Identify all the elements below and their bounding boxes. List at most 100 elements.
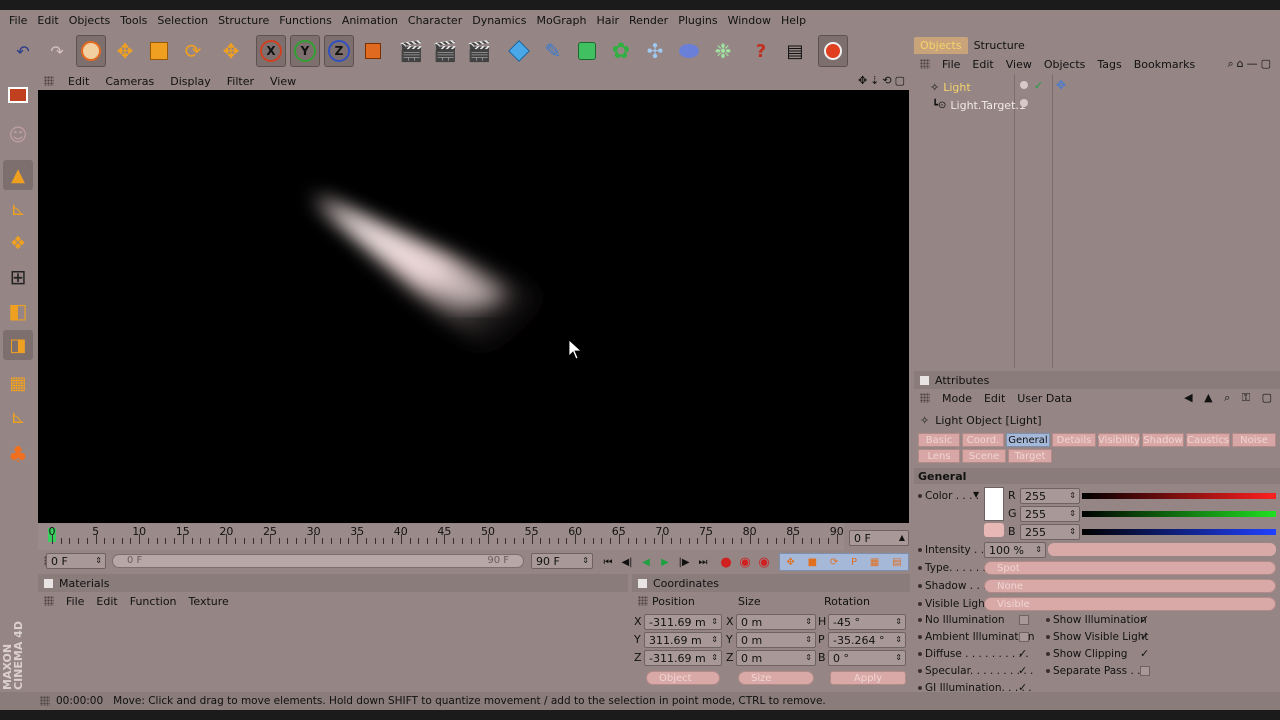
menu-tools[interactable]: Tools <box>115 14 152 27</box>
undo-icon[interactable]: ↶ <box>8 35 38 67</box>
axis-tool-icon[interactable]: ⊾ <box>3 402 33 432</box>
panel-grip-icon[interactable] <box>44 596 54 606</box>
key-parameter-icon[interactable]: P <box>851 557 857 568</box>
om-search-home-icons[interactable]: ⌕⌂—▢ <box>1227 57 1274 71</box>
viewport-menu-view[interactable]: View <box>262 75 304 88</box>
menu-dynamics[interactable]: Dynamics <box>467 14 531 27</box>
rotation-p-field[interactable]: -35.264 ° ⇕ <box>828 632 906 648</box>
tab-scene[interactable]: Scene <box>962 449 1006 463</box>
autokey-icon[interactable]: ◉ <box>737 554 753 570</box>
scale-tool-icon[interactable] <box>144 35 174 67</box>
menu-file[interactable]: File <box>4 14 32 27</box>
panel-grip-icon[interactable] <box>44 76 54 86</box>
end-frame-field[interactable]: 90 F ⇕ <box>531 553 593 569</box>
separate-pass-checkbox[interactable] <box>1140 666 1150 676</box>
go-to-end-icon[interactable]: ⏭ <box>695 554 711 570</box>
om-menu-edit[interactable]: Edit <box>966 58 999 71</box>
size-mode-dropdown[interactable]: Size <box>738 671 814 685</box>
intensity-field[interactable]: 100 % ⇕ <box>984 542 1046 558</box>
render-active-icon[interactable] <box>818 35 848 67</box>
record-icon[interactable]: ● <box>718 554 734 570</box>
type-dropdown[interactable]: Spot <box>984 561 1276 575</box>
keyframe-selection-icon[interactable]: ◉ <box>756 554 772 570</box>
edge-mode-icon[interactable]: ⊞ <box>3 262 33 292</box>
recent-tool-icon[interactable]: ✥ <box>216 35 246 67</box>
key-type-buttons[interactable]: ✥ ■ ⟳ P ▦ ▤ <box>779 553 909 571</box>
3d-viewport[interactable] <box>38 90 909 523</box>
tab-structure[interactable]: Structure <box>968 37 1031 54</box>
current-frame-field[interactable]: 0 F ▲ <box>849 530 909 546</box>
om-menu-objects[interactable]: Objects <box>1038 58 1092 71</box>
g-field[interactable]: 255 ⇕ <box>1020 506 1080 522</box>
shadow-dropdown[interactable]: None <box>984 579 1276 593</box>
mograph-cloner-icon[interactable]: ❉ <box>708 35 738 67</box>
menu-mograph[interactable]: MoGraph <box>531 14 591 27</box>
tab-general[interactable]: General <box>1006 433 1050 447</box>
coord-mode-dropdown[interactable]: Object <box>646 671 720 685</box>
tab-target[interactable]: Target <box>1008 449 1052 463</box>
panel-grip-icon[interactable] <box>920 59 930 69</box>
panel-square-icon[interactable] <box>44 578 53 588</box>
attr-menu-edit[interactable]: Edit <box>978 392 1011 405</box>
start-frame-field[interactable]: 0 F ⇕ <box>46 553 106 569</box>
position-x-field[interactable]: -311.69 m ⇕ <box>644 614 722 630</box>
viewport-menu-edit[interactable]: Edit <box>60 75 97 88</box>
om-menu-file[interactable]: File <box>936 58 966 71</box>
render-picture-viewer-icon[interactable]: 🎬 <box>430 35 460 67</box>
render-settings-icon[interactable]: 🎬 <box>464 35 494 67</box>
rotation-b-field[interactable]: 0 ° ⇕ <box>828 650 906 666</box>
rotation-h-field[interactable]: -45 ° ⇕ <box>828 614 906 630</box>
move-tool-icon[interactable]: ✥ <box>110 35 140 67</box>
spline-pen-icon[interactable]: ✎ <box>538 35 568 67</box>
viewport-menu-display[interactable]: Display <box>162 75 219 88</box>
rotate-tool-icon[interactable]: ⟳ <box>178 35 208 67</box>
ambient-checkbox[interactable] <box>1019 632 1029 642</box>
panel-grip-icon[interactable] <box>920 393 930 403</box>
object-name-light[interactable]: Light <box>943 81 970 94</box>
menu-edit[interactable]: Edit <box>32 14 63 27</box>
show-clipping-checkbox[interactable]: ✓ <box>1140 648 1150 659</box>
script-manager-icon[interactable]: ▤ <box>780 35 810 67</box>
sculpt-icon[interactable]: ♣ <box>3 440 33 470</box>
next-key-icon[interactable]: |▶ <box>676 554 692 570</box>
size-z-field[interactable]: 0 m ⇕ <box>736 650 816 666</box>
help-pointer-icon[interactable]: ? <box>746 35 776 67</box>
key-scale-icon[interactable]: ■ <box>808 557 817 568</box>
menu-plugins[interactable]: Plugins <box>673 14 722 27</box>
position-y-field[interactable]: 311.69 m ⇕ <box>644 632 722 648</box>
r-slider[interactable] <box>1082 493 1276 499</box>
menu-window[interactable]: Window <box>723 14 776 27</box>
color-expand-icon[interactable]: ▼ <box>973 490 979 499</box>
object-axis-mode-icon[interactable]: ▲ <box>3 160 33 190</box>
key-position-icon[interactable]: ✥ <box>786 557 794 568</box>
object-mode-icon[interactable]: ⊾ <box>3 194 33 224</box>
b-field[interactable]: 255 ⇕ <box>1020 524 1080 540</box>
show-illumination-checkbox[interactable]: ✓ <box>1140 614 1150 625</box>
tab-basic[interactable]: Basic <box>918 433 960 447</box>
cube-primitive-icon[interactable] <box>504 35 534 67</box>
visibility-dot-icon-2[interactable] <box>1020 99 1028 107</box>
specular-checkbox[interactable]: ✓ <box>1018 665 1028 676</box>
attr-menu-mode[interactable]: Mode <box>936 392 978 405</box>
render-view-icon[interactable]: 🎬 <box>396 35 426 67</box>
coordinate-system-icon[interactable] <box>358 35 388 67</box>
menu-selection[interactable]: Selection <box>152 14 213 27</box>
b-slider[interactable] <box>1082 529 1276 535</box>
menu-structure[interactable]: Structure <box>213 14 274 27</box>
apply-button[interactable]: Apply <box>830 671 906 685</box>
visible-light-dropdown[interactable]: Visible <box>984 597 1276 611</box>
previous-key-icon[interactable]: ◀| <box>619 554 635 570</box>
enabled-check-icon[interactable]: ✓ <box>1034 79 1043 92</box>
texture-mode-icon[interactable]: ☺ <box>3 120 33 150</box>
om-menu-tags[interactable]: Tags <box>1091 58 1127 71</box>
viewport-menu-cameras[interactable]: Cameras <box>97 75 162 88</box>
key-pla-icon[interactable]: ▦ <box>870 557 879 568</box>
om-menu-bookmarks[interactable]: Bookmarks <box>1128 58 1201 71</box>
materials-menu-texture[interactable]: Texture <box>183 595 235 608</box>
panel-square-icon[interactable] <box>920 375 929 385</box>
panel-grip-icon[interactable] <box>638 596 648 606</box>
tab-caustics[interactable]: Caustics <box>1186 433 1230 447</box>
snap-icon[interactable]: ◨ <box>3 330 33 360</box>
visibility-dot-icon[interactable] <box>1020 81 1028 89</box>
subdivision-surface-icon[interactable] <box>572 35 602 67</box>
